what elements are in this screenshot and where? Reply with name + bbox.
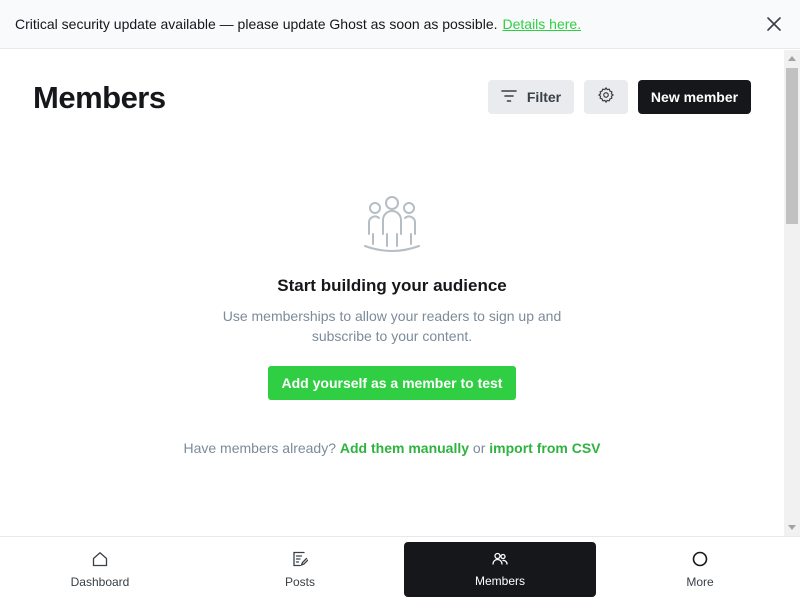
settings-button[interactable] xyxy=(584,80,628,114)
posts-icon xyxy=(292,551,309,570)
import-csv-link[interactable]: import from CSV xyxy=(489,440,600,456)
add-yourself-button[interactable]: Add yourself as a member to test xyxy=(267,366,517,400)
nav-item-more[interactable]: More xyxy=(604,542,796,597)
circle-icon xyxy=(692,551,708,570)
filter-icon xyxy=(501,89,517,106)
members-group-icon xyxy=(0,194,784,256)
nav-item-posts[interactable]: Posts xyxy=(204,542,396,597)
close-icon[interactable] xyxy=(765,15,783,33)
scroll-up-arrow-icon[interactable] xyxy=(788,56,796,61)
home-icon xyxy=(92,551,108,570)
members-icon xyxy=(492,552,508,569)
already-prefix: Have members already? xyxy=(183,440,336,456)
security-update-banner: Critical security update available — ple… xyxy=(0,0,800,49)
page-title: Members xyxy=(33,80,166,115)
empty-state-title: Start building your audience xyxy=(277,276,507,295)
bottom-nav: Dashboard Posts Members More xyxy=(0,536,800,600)
nav-item-members[interactable]: Members xyxy=(404,542,596,597)
vertical-scrollbar[interactable] xyxy=(784,50,800,536)
nav-item-label: Members xyxy=(474,573,525,588)
filter-button[interactable]: Filter xyxy=(488,80,574,114)
banner-message: Critical security update available — ple… xyxy=(15,16,498,32)
nav-item-dashboard[interactable]: Dashboard xyxy=(4,542,196,597)
banner-details-link[interactable]: Details here. xyxy=(503,16,582,32)
main-content: Members Filter New member Start building… xyxy=(0,50,784,536)
scroll-down-arrow-icon[interactable] xyxy=(788,525,796,530)
filter-label: Filter xyxy=(526,89,562,105)
import-options: Have members already? Add them manually … xyxy=(0,440,784,456)
empty-state-description: Use memberships to allow your readers to… xyxy=(222,308,562,344)
nav-item-label: Dashboard xyxy=(70,574,130,589)
new-member-button[interactable]: New member xyxy=(638,80,751,114)
empty-state: Start building your audience Use members… xyxy=(0,194,784,456)
scrollbar-thumb[interactable] xyxy=(786,68,798,224)
nav-item-label: Posts xyxy=(284,574,315,589)
gear-icon xyxy=(597,86,615,109)
nav-item-label: More xyxy=(686,574,714,589)
add-manually-link[interactable]: Add them manually xyxy=(340,440,469,456)
or-text: or xyxy=(472,440,486,456)
